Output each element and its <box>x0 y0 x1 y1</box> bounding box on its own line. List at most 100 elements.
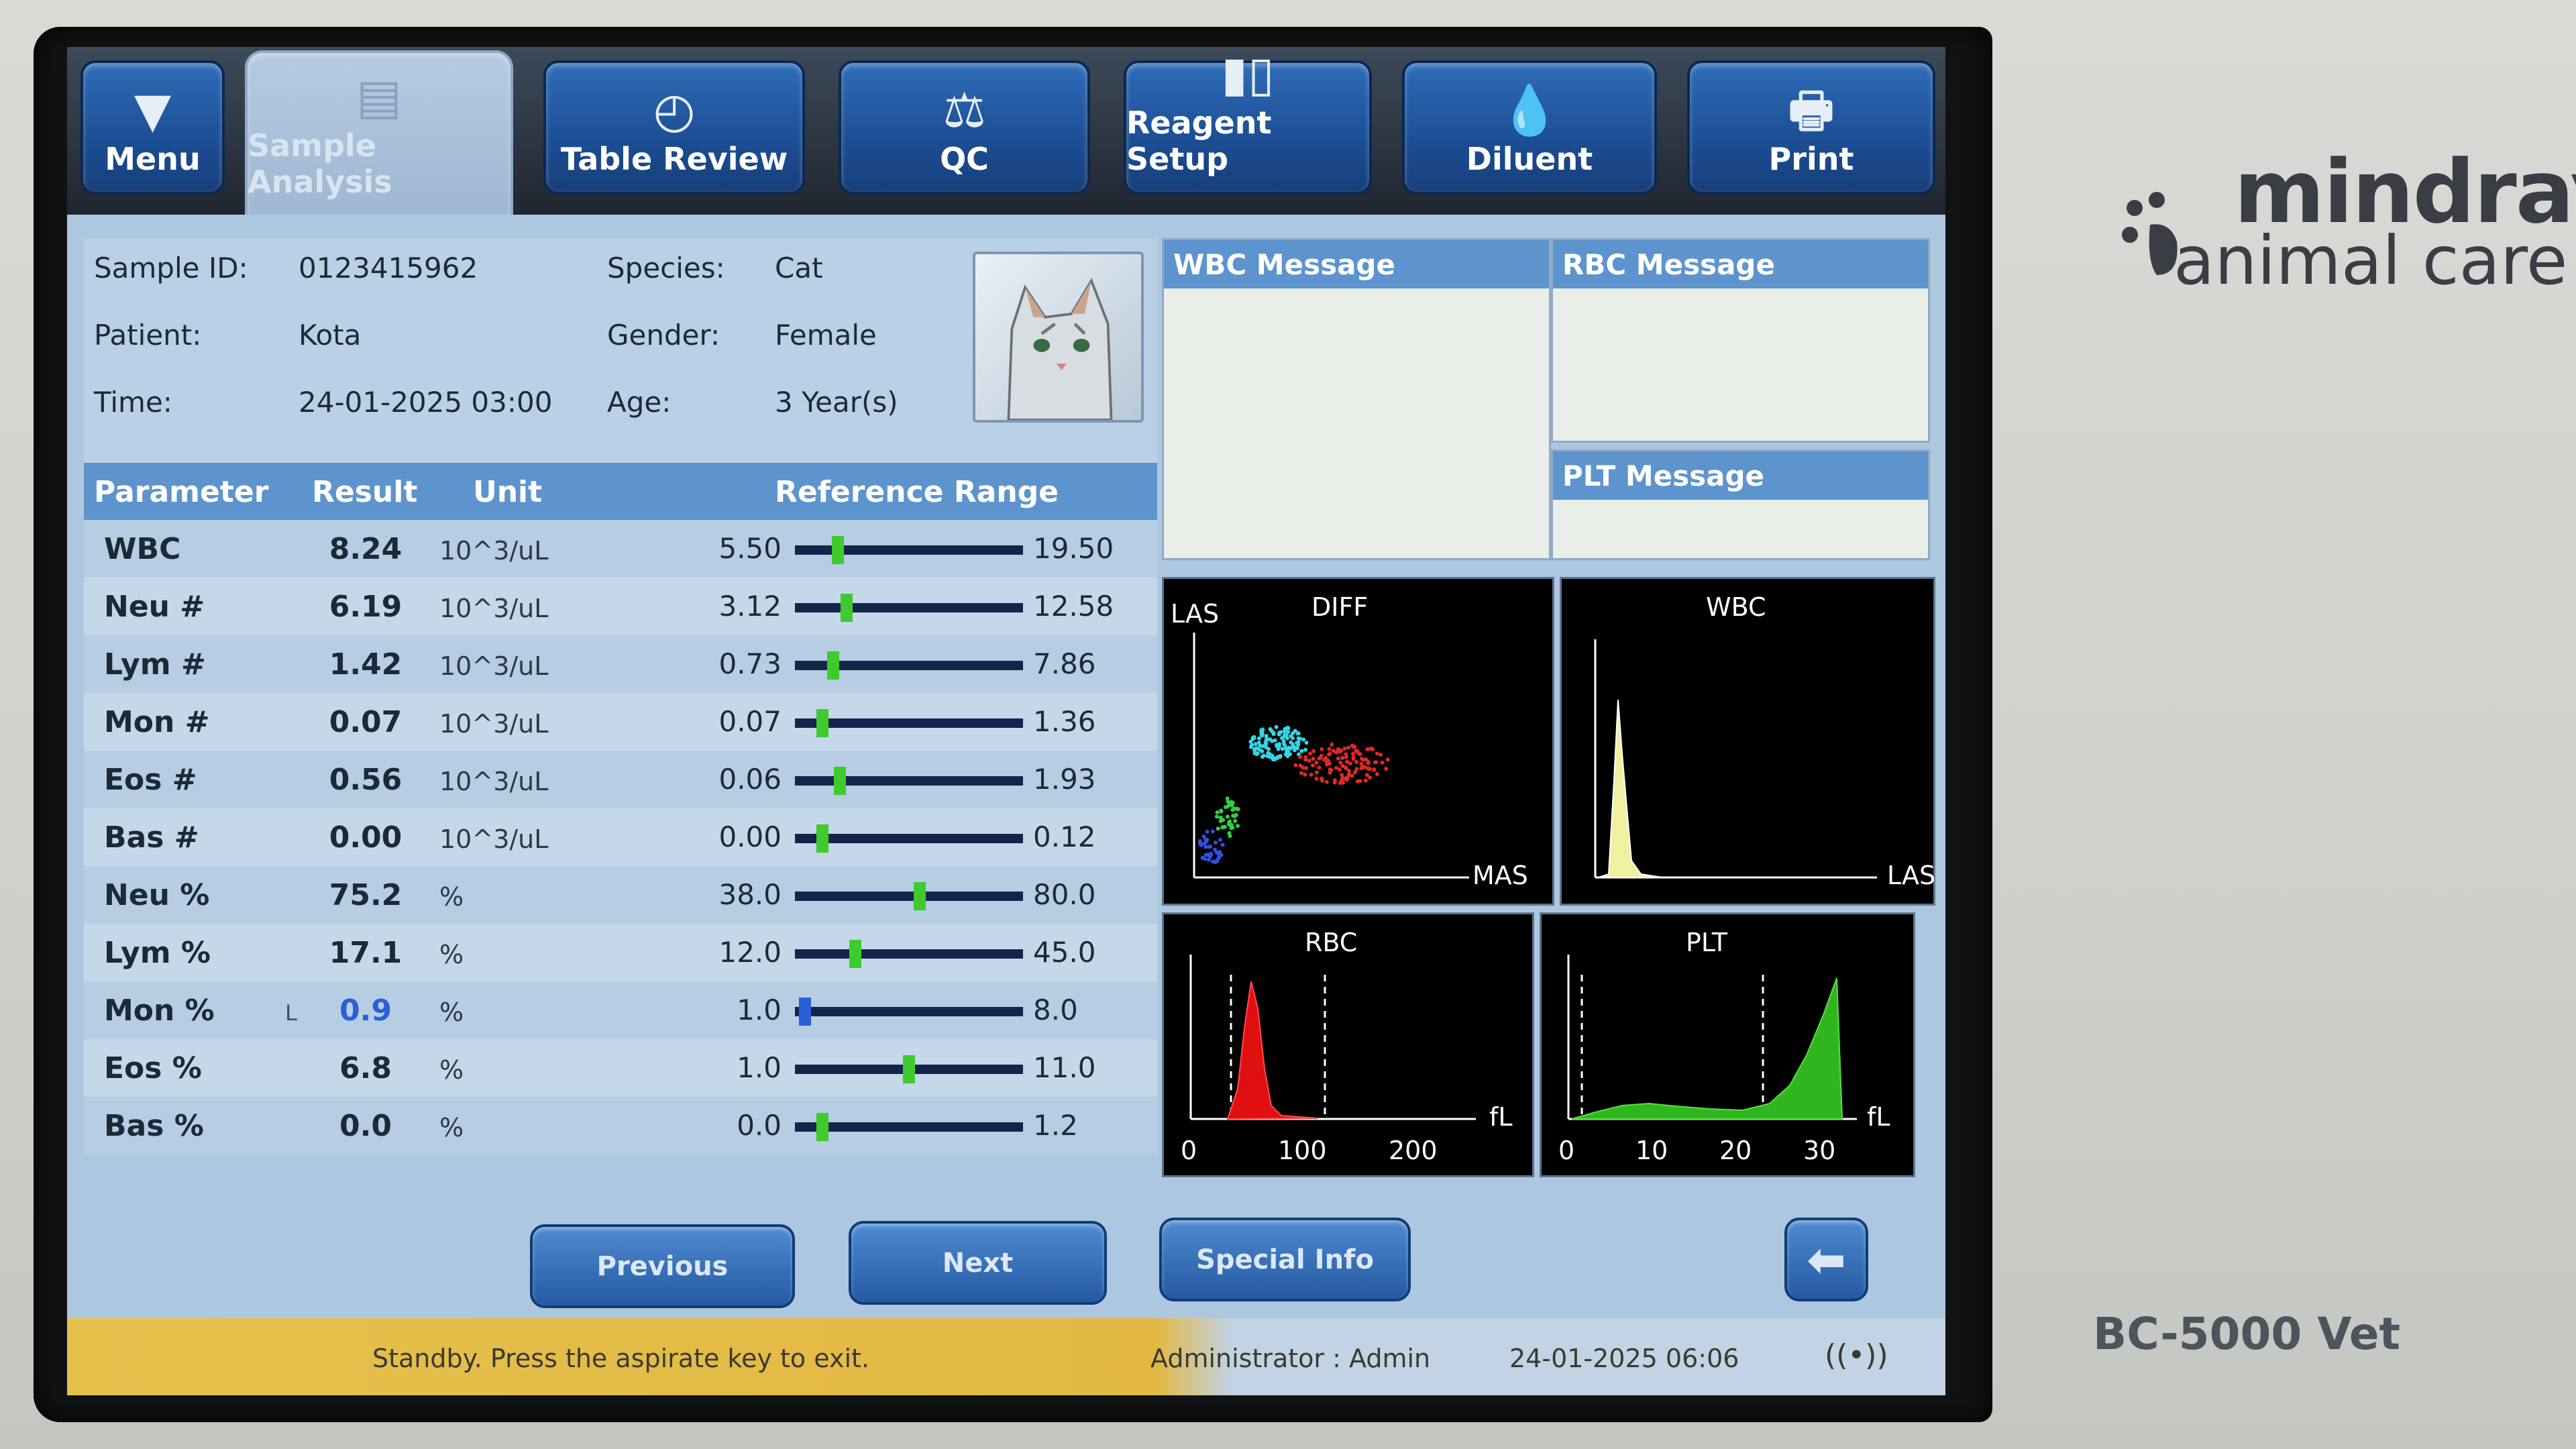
scatter-point <box>1354 767 1359 771</box>
scatter-point <box>1226 822 1231 826</box>
tab-reagent-setup[interactable]: ▮▯ Reagent Setup <box>1124 50 1372 195</box>
scatter-point <box>1265 754 1270 759</box>
bottles-icon: ▮▯ <box>1221 47 1275 102</box>
scatter-point <box>1295 741 1299 745</box>
tab-bar: ▼ Menu ▤ Sample Analysis ◴ Table Review … <box>67 47 1945 215</box>
result-value: 6.19 <box>329 590 402 624</box>
scatter-point <box>1256 736 1261 741</box>
results-table: WBC 8.24 10^3/uL 5.50 19.50 Neu # 6.19 10^3/uL 3… <box>84 520 1157 1211</box>
range-marker <box>833 767 846 795</box>
unit-value: 10^3/uL <box>439 536 549 566</box>
parameter-name: Lym % <box>104 936 211 970</box>
tab-sample-analysis[interactable]: ▤ Sample Analysis <box>245 50 513 215</box>
scatter-point <box>1205 829 1210 834</box>
tab-menu[interactable]: ▼ Menu <box>80 60 225 195</box>
scatter-point <box>1331 749 1336 753</box>
result-value: 0.56 <box>329 763 402 797</box>
scatter-point <box>1329 768 1334 773</box>
scatter-point <box>1253 742 1258 747</box>
parameter-name: Mon # <box>104 705 210 739</box>
scatter-point <box>1330 742 1334 747</box>
scatter-point <box>1209 853 1214 857</box>
scatter-point <box>1340 780 1345 785</box>
back-arrow-button[interactable]: ⬅ <box>1784 1218 1868 1301</box>
scatter-point <box>1360 757 1365 762</box>
scatter-point <box>1385 757 1390 762</box>
scatter-point <box>1252 751 1257 756</box>
result-value: 0.9 <box>339 994 392 1028</box>
scatter-point <box>1295 746 1300 751</box>
diff-scattergram: LAS DIFF MAS <box>1162 577 1554 906</box>
species-cat-icon <box>973 252 1144 423</box>
brand-tagline: animal care <box>2174 221 2568 300</box>
range-low: 12.0 <box>718 936 782 969</box>
scatter-point <box>1285 749 1289 753</box>
scatter-point <box>1311 763 1316 768</box>
range-bar <box>795 594 1023 622</box>
scatter-point <box>1290 736 1295 741</box>
scatter-point <box>1293 763 1298 767</box>
result-value: 8.24 <box>329 532 402 566</box>
gender-value: Female <box>775 319 877 352</box>
range-high: 11.0 <box>1033 1051 1096 1084</box>
tab-qc[interactable]: ⚖ QC <box>839 60 1090 195</box>
scatter-point <box>1355 779 1360 784</box>
signal-icon: ((•)) <box>1825 1338 1888 1373</box>
scatter-point <box>1336 756 1340 761</box>
scatter-point <box>1236 807 1240 812</box>
scatter-point <box>1210 829 1215 834</box>
scatter-point <box>1220 843 1225 847</box>
table-row: Neu # 6.19 10^3/uL 3.12 12.58 <box>84 578 1157 635</box>
unit-value: 10^3/uL <box>439 767 549 796</box>
result-value: 6.8 <box>339 1051 392 1085</box>
scatter-point <box>1379 752 1383 757</box>
range-low: 0.0 <box>737 1109 782 1142</box>
touch-screen: ▼ Menu ▤ Sample Analysis ◴ Table Review … <box>67 47 1945 1395</box>
range-high: 1.36 <box>1033 705 1096 738</box>
range-bar <box>795 1113 1023 1141</box>
scatter-point <box>1223 805 1228 810</box>
scatter-point <box>1301 737 1306 742</box>
range-bar <box>795 882 1023 910</box>
scatter-point <box>1264 745 1269 750</box>
result-value: 75.2 <box>329 878 402 912</box>
parameter-name: Lym # <box>104 647 206 682</box>
scatter-point <box>1346 745 1351 750</box>
unit-value: 10^3/uL <box>439 824 549 854</box>
header-parameter: Parameter <box>94 475 269 509</box>
next-button[interactable]: Next <box>849 1221 1107 1305</box>
parameter-name: Eos # <box>104 763 197 797</box>
scatter-point <box>1307 758 1311 763</box>
table-row: Lym % 17.1% 12.0 45.0 <box>84 924 1157 981</box>
wbc-histogram: WBC LAS <box>1560 577 1935 906</box>
patient-value: Kota <box>299 319 362 352</box>
scatter-point <box>1218 815 1223 820</box>
tab-label: Menu <box>105 141 201 177</box>
scatter-point <box>1282 733 1287 738</box>
tab-table-review[interactable]: ◴ Table Review <box>543 60 805 195</box>
table-row: Lym # 1.42 10^3/uL 0.73 7.86 <box>84 635 1157 693</box>
scatter-point <box>1311 749 1316 753</box>
scatter-point <box>1303 755 1308 759</box>
wbc-message-panel: WBC Message <box>1162 238 1551 560</box>
range-bar <box>795 1055 1023 1083</box>
scatter-point <box>1296 736 1301 741</box>
scatter-point <box>1320 776 1324 781</box>
special-info-button[interactable]: Special Info <box>1159 1218 1411 1301</box>
range-low: 5.50 <box>718 532 782 565</box>
previous-button[interactable]: Previous <box>530 1224 795 1308</box>
scatter-point <box>1317 756 1322 761</box>
scatter-point <box>1314 776 1319 781</box>
scatter-point <box>1260 755 1265 759</box>
scatter-point <box>1219 808 1224 813</box>
tab-diluent[interactable]: 💧 Diluent <box>1402 60 1657 195</box>
unit-value: % <box>439 882 464 912</box>
scatter-point <box>1358 752 1362 757</box>
plt-plot-area <box>1567 955 1857 1120</box>
table-row: Bas % 0.0% 0.0 1.2 <box>84 1097 1157 1155</box>
range-high: 0.12 <box>1033 820 1096 853</box>
tab-print[interactable]: 🖶 Print <box>1687 60 1935 195</box>
scatter-point <box>1277 742 1282 747</box>
scatter-point <box>1218 850 1222 855</box>
scatter-point <box>1260 744 1265 749</box>
